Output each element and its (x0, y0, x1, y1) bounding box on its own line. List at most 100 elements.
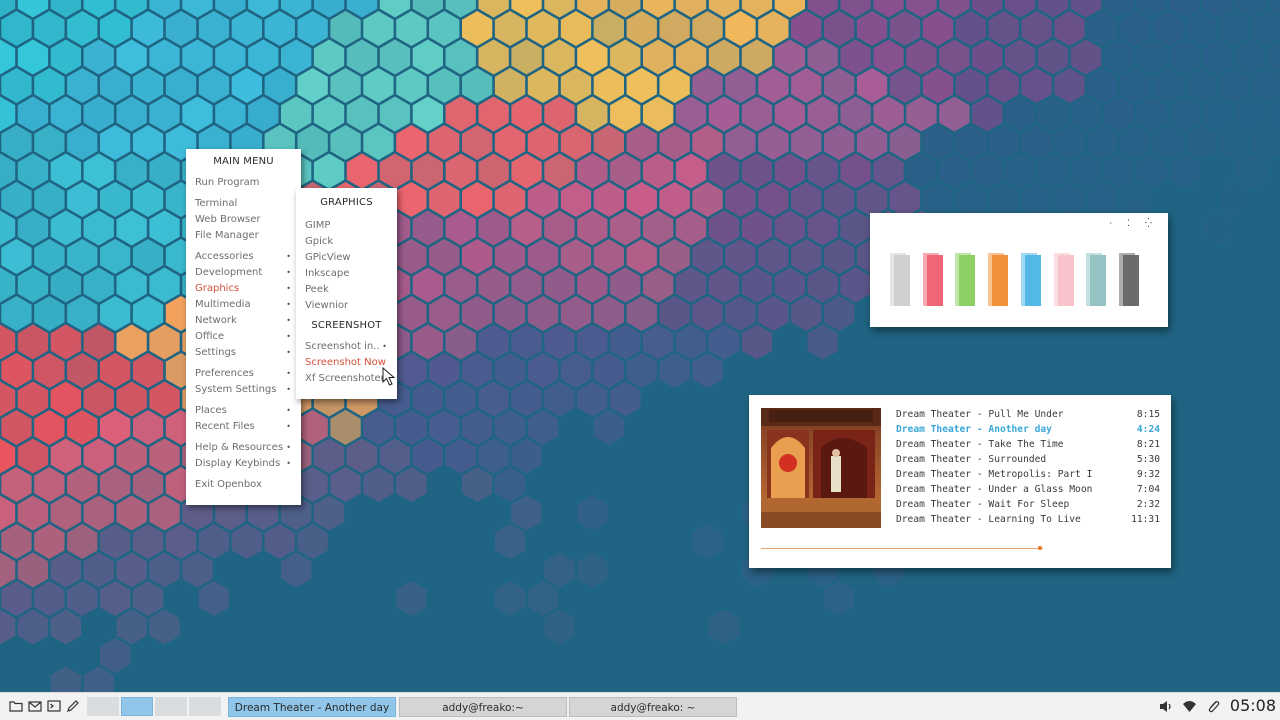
screenshot-section-title: SCREENSHOT (311, 320, 382, 331)
menu-item-label: Preferences (195, 368, 254, 379)
menu-item-label: Web Browser (195, 214, 261, 225)
menu-item-screenshot-in[interactable]: Screenshot in.. • (296, 339, 397, 355)
menu-item-label: Screenshot Now (305, 357, 386, 368)
folder-icon[interactable] (9, 699, 23, 713)
menu-item-development[interactable]: Development • (186, 265, 301, 281)
playlist-track[interactable]: Dream Theater - Learning To Live 11:31 (896, 512, 1160, 527)
submenu-arrow-icon: • (286, 300, 291, 309)
menu-item-exit-openbox[interactable]: Exit Openbox (186, 477, 301, 493)
menu-item-label: Network (195, 315, 237, 326)
main-menu: MAIN MENU Run Program Terminal Web Browser… (186, 149, 301, 505)
track-duration: 8:21 (1136, 439, 1160, 450)
menu-item-network[interactable]: Network • (186, 313, 301, 329)
color-swatch[interactable] (988, 253, 1010, 306)
submenu-arrow-icon: • (286, 406, 291, 415)
menu-item-office[interactable]: Office • (186, 329, 301, 345)
menu-item-label: Display Keybinds (195, 458, 281, 469)
menu-item-label: Recent Files (195, 421, 255, 432)
menu-item-multimedia[interactable]: Multimedia • (186, 297, 301, 313)
color-swatch[interactable] (922, 253, 945, 306)
workspace-4[interactable] (189, 697, 221, 716)
menu-item-preferences[interactable]: Preferences • (186, 366, 301, 382)
workspace-3[interactable] (155, 697, 187, 716)
progress-knob[interactable] (1038, 546, 1043, 550)
clock[interactable]: 05:08 (1230, 696, 1276, 716)
submenu-arrow-icon: • (286, 348, 291, 357)
track-title: Dream Theater - Take The Time (896, 439, 1064, 450)
submenu-arrow-icon: • (286, 284, 291, 293)
menu-item-label: Xf Screenshoter (305, 373, 385, 384)
playlist-track[interactable]: Dream Theater - Metropolis: Part I 9:32 (896, 467, 1160, 482)
playlist-track[interactable]: Dream Theater - Another day 4:24 (896, 422, 1160, 437)
playlist-track[interactable]: Dream Theater - Pull Me Under 8:15 (896, 407, 1160, 422)
menu-item-label: Screenshot in.. (305, 341, 380, 352)
graphics-menu-title: GRAPHICS (320, 197, 373, 208)
submenu-arrow-icon: • (286, 316, 291, 325)
progress-bar[interactable] (761, 548, 1043, 549)
track-duration: 2:32 (1136, 499, 1160, 510)
color-swatch[interactable] (1118, 253, 1141, 306)
track-duration: 8:15 (1136, 409, 1160, 420)
menu-item-gpick[interactable]: Gpick (296, 234, 397, 250)
menu-item-terminal[interactable]: Terminal (186, 196, 301, 212)
widget-drag-handle-icon[interactable]: · ⁚ ⁛ (1109, 219, 1158, 229)
taskbar-window-1[interactable]: Dream Theater - Another day (228, 697, 396, 717)
color-palette-widget: · ⁚ ⁛ (870, 213, 1168, 327)
clip-icon[interactable] (1206, 699, 1221, 714)
menu-item-settings[interactable]: Settings • (186, 345, 301, 361)
playlist-track[interactable]: Dream Theater - Take The Time 8:21 (896, 437, 1160, 452)
terminal-icon[interactable] (47, 699, 61, 713)
submenu-arrow-icon: • (286, 332, 291, 341)
submenu-arrow-icon: • (286, 385, 291, 394)
main-menu-title: MAIN MENU (213, 156, 274, 167)
submenu-arrow-icon: • (286, 422, 291, 431)
menu-item-graphics[interactable]: Graphics • (186, 281, 301, 297)
track-title: Dream Theater - Under a Glass Moon (896, 484, 1093, 495)
color-swatch[interactable] (955, 253, 977, 306)
mouse-cursor-icon (382, 367, 396, 386)
playlist-track[interactable]: Dream Theater - Under a Glass Moon 7:04 (896, 482, 1160, 497)
menu-item-run-program[interactable]: Run Program (186, 175, 301, 191)
menu-item-gpicview[interactable]: GPicView (296, 250, 397, 266)
menu-item-display-keybinds[interactable]: Display Keybinds • (186, 456, 301, 472)
color-swatch[interactable] (890, 253, 912, 306)
menu-item-accessories[interactable]: Accessories • (186, 249, 301, 265)
taskbar-window-3[interactable]: addy@freako: ~ (569, 697, 737, 717)
color-swatch[interactable] (1020, 253, 1043, 306)
wifi-icon[interactable] (1182, 699, 1197, 714)
workspace-1[interactable] (87, 697, 119, 716)
track-title: Dream Theater - Surrounded (896, 454, 1047, 465)
menu-item-label: Office (195, 331, 225, 342)
submenu-arrow-icon: • (286, 252, 291, 261)
menu-item-label: Multimedia (195, 299, 251, 310)
album-art (761, 408, 881, 528)
track-title: Dream Theater - Metropolis: Part I (896, 469, 1093, 480)
menu-item-label: Development (195, 267, 263, 278)
track-duration: 5:30 (1136, 454, 1160, 465)
menu-item-system-settings[interactable]: System Settings • (186, 382, 301, 398)
menu-item-file-manager[interactable]: File Manager (186, 228, 301, 244)
menu-item-help-resources[interactable]: Help & Resources • (186, 440, 301, 456)
playlist-track[interactable]: Dream Theater - Wait For Sleep 2:32 (896, 497, 1160, 512)
color-swatch[interactable] (1086, 253, 1108, 306)
submenu-arrow-icon: • (286, 459, 291, 468)
color-swatch[interactable] (1053, 253, 1076, 306)
music-player-widget: Dream Theater - Pull Me Under 8:15 Dream T… (749, 395, 1171, 568)
menu-item-recent-files[interactable]: Recent Files • (186, 419, 301, 435)
taskbar-window-2[interactable]: addy@freako:~ (399, 697, 567, 717)
menu-item-peek[interactable]: Peek (296, 282, 397, 298)
menu-item-web-browser[interactable]: Web Browser (186, 212, 301, 228)
volume-icon[interactable] (1158, 699, 1173, 714)
pen-icon[interactable] (66, 699, 80, 713)
menu-item-inkscape[interactable]: Inkscape (296, 266, 397, 282)
workspace-2[interactable] (121, 697, 153, 716)
submenu-arrow-icon: • (286, 268, 291, 277)
menu-item-gimp[interactable]: GIMP (296, 218, 397, 234)
mail-icon[interactable] (28, 699, 42, 713)
playlist-track[interactable]: Dream Theater - Surrounded 5:30 (896, 452, 1160, 467)
track-title: Dream Theater - Another day (896, 424, 1052, 435)
menu-item-viewnior[interactable]: Viewnior (296, 298, 397, 314)
menu-item-label: Exit Openbox (195, 479, 262, 490)
menu-item-places[interactable]: Places • (186, 403, 301, 419)
track-duration: 9:32 (1136, 469, 1160, 480)
